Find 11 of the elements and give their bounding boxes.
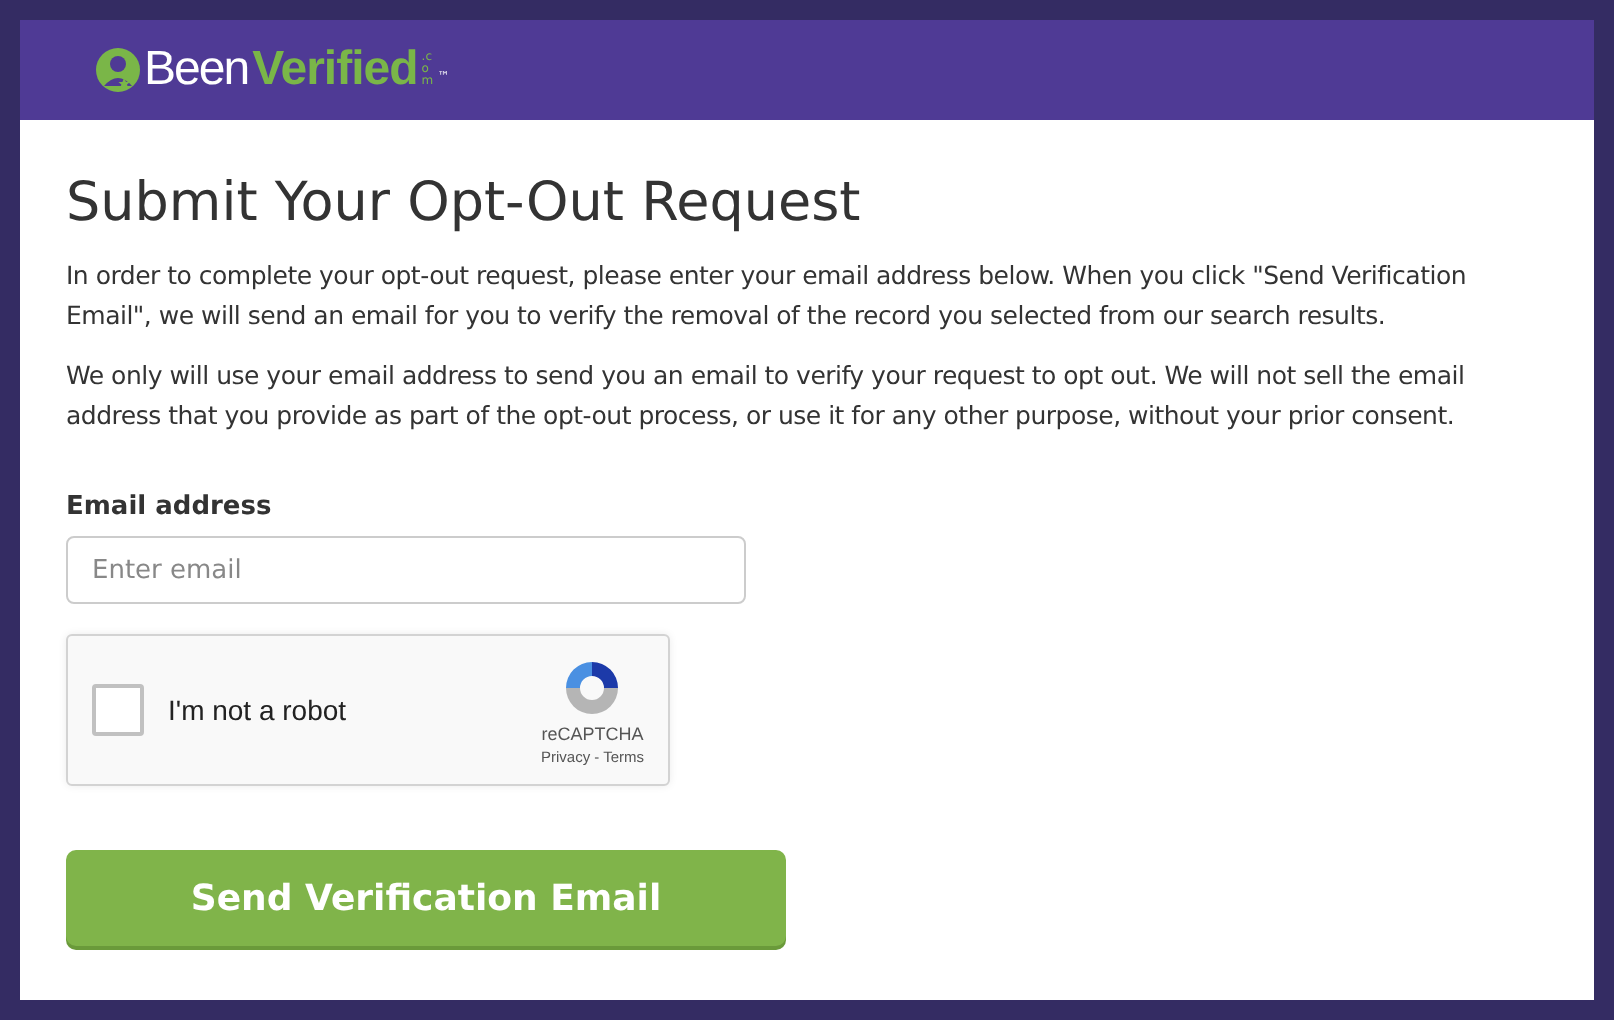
- captcha-brand: reCAPTCHA: [541, 723, 644, 743]
- captcha-checkbox[interactable]: [92, 684, 144, 736]
- email-field[interactable]: Enter email: [66, 536, 746, 604]
- logo-text: Been: [144, 42, 249, 98]
- person-icon: [96, 48, 140, 92]
- logo-text: Verified: [252, 42, 418, 98]
- captcha-label: I'm not a robot: [168, 694, 349, 726]
- paragraph: In order to complete your opt-out request, please enter your email address below. When you click "Send Verification Email", we will send an email for you to verify the removal of the record you selected from our search results.: [66, 258, 1469, 334]
- field-label: Email address: [66, 492, 272, 522]
- paragraph: We only will use your email address to send you an email to verify your request to opt out. We will not sell the email address that you provide as part of the opt-out process, or use it for any other purpose, without your prior consent.: [66, 358, 1467, 434]
- page-title: Submit Your Opt-Out Request: [66, 172, 863, 234]
